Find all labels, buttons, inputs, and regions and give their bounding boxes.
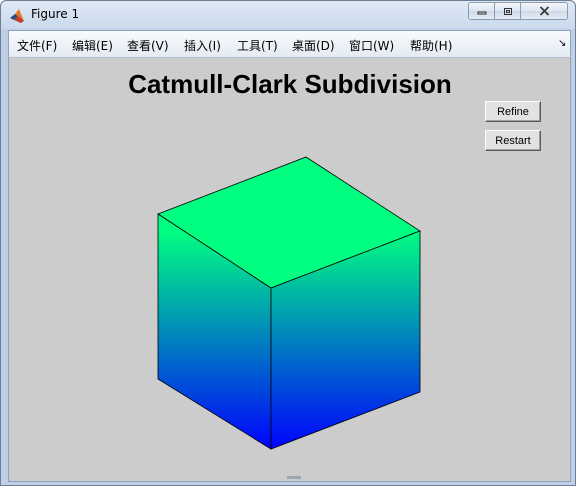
minimize-icon [477,11,486,15]
figure-title: Catmull-Clark Subdivision [128,69,452,99]
figure-window: Figure 1 文件(F) 编辑(E) 查看(V) 插入(I) 工具(T) 桌… [0,0,576,486]
minimize-button[interactable] [468,2,495,20]
matlab-logo-icon[interactable] [9,8,25,24]
refine-button[interactable]: Refine [485,101,541,122]
title-bar[interactable]: Figure 1 [1,1,575,30]
restore-button[interactable] [495,2,521,20]
close-button[interactable] [521,2,568,20]
restart-button[interactable]: Restart [485,130,541,151]
close-icon [539,6,549,16]
restore-icon [503,7,512,15]
resize-grip[interactable] [287,476,301,479]
window-title: Figure 1 [31,7,80,21]
figure-client-area: 文件(F) 编辑(E) 查看(V) 插入(I) 工具(T) 桌面(D) 窗口(W… [8,30,571,482]
